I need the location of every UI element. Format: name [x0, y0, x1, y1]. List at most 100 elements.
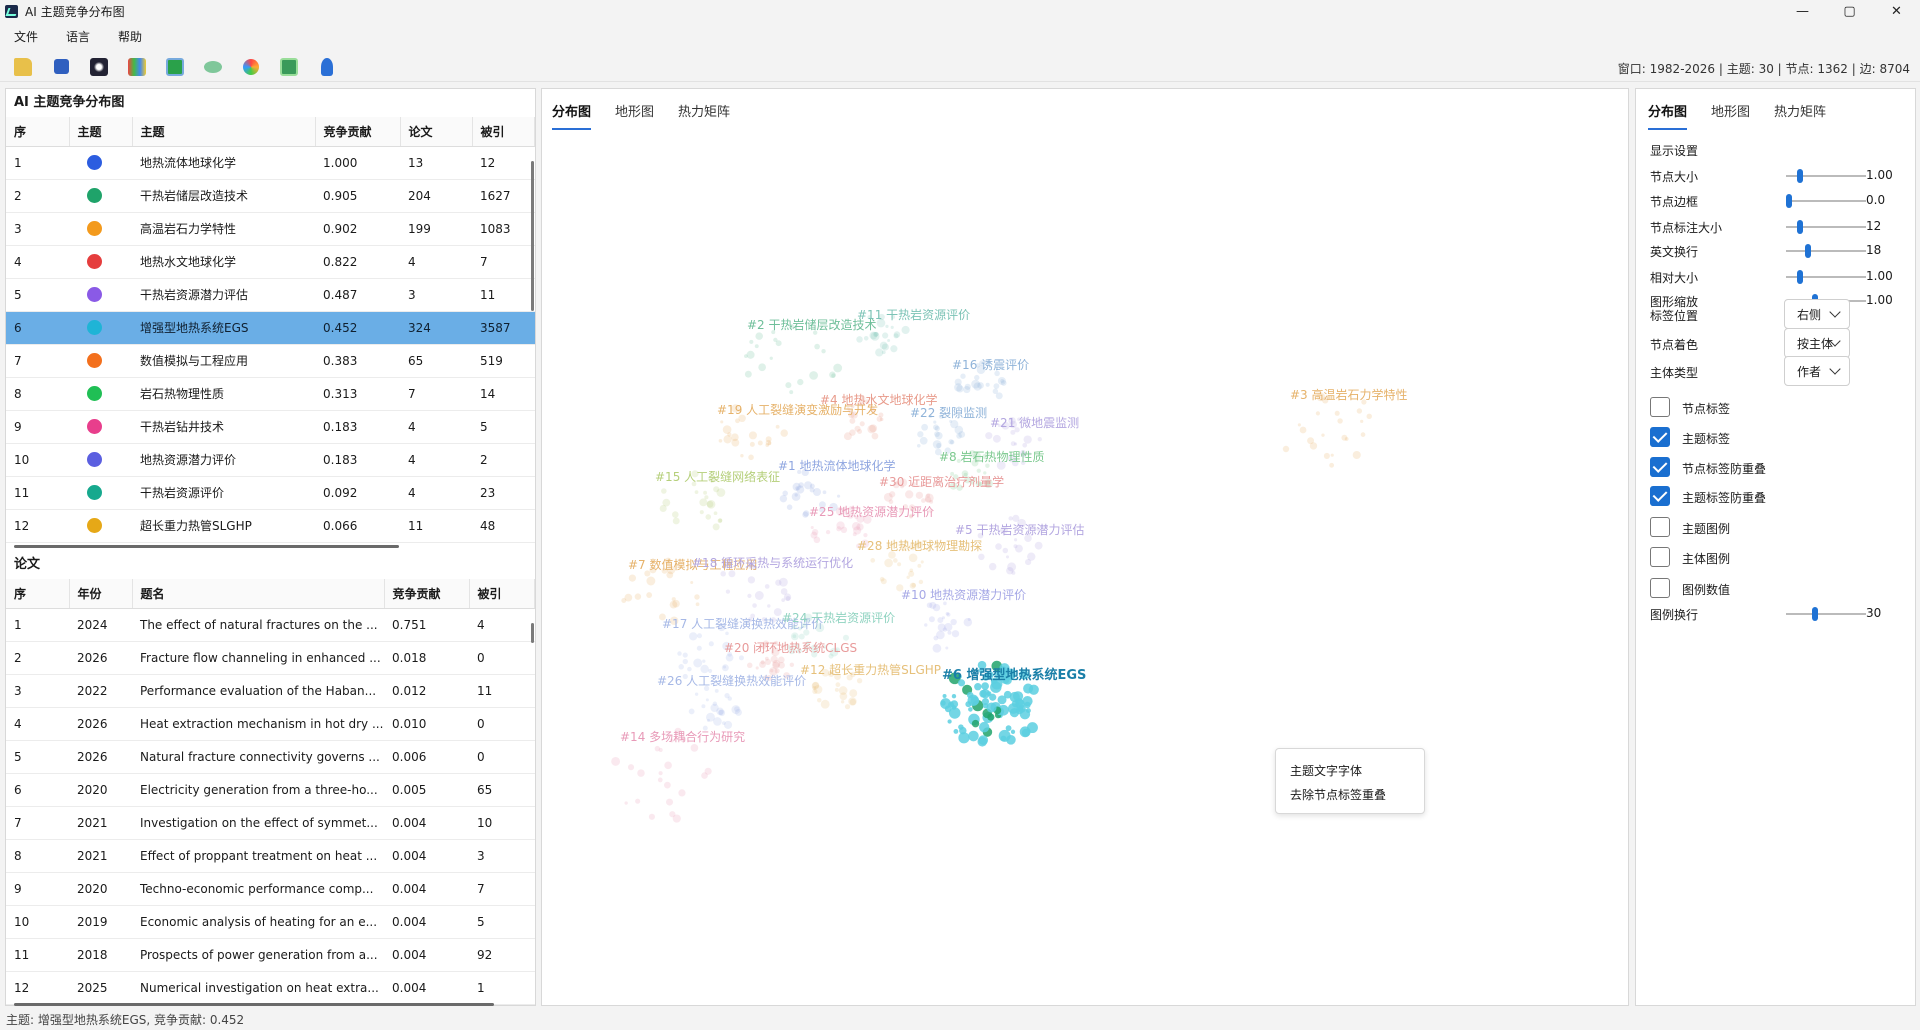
node-point[interactable] — [646, 576, 656, 586]
col-paper-index[interactable]: 序 — [6, 579, 70, 609]
color-wheel-button[interactable] — [236, 54, 266, 80]
right-tab-terrain[interactable]: 地形图 — [1711, 101, 1750, 130]
node-point[interactable] — [870, 557, 876, 563]
node-point[interactable] — [720, 420, 724, 424]
right-tab-distribution[interactable]: 分布图 — [1648, 101, 1688, 130]
distribution-canvas[interactable]: #2 干热岩储层改造技术#11 干热岩资源评价#16 诱震评价#3 高温岩石力学… — [542, 134, 1630, 1004]
node-point[interactable] — [950, 700, 959, 709]
node-point[interactable] — [648, 813, 655, 820]
node-point[interactable] — [929, 499, 934, 504]
node-point[interactable] — [1011, 570, 1016, 575]
topic-row[interactable]: 9 干热岩钻井技术 0.183 4 5 — [6, 410, 535, 444]
node-point[interactable] — [916, 444, 921, 448]
topic-label[interactable]: #18 循环采热与系统运行优化 — [692, 556, 853, 570]
topic-label[interactable]: #19 人工裂缝演变激励与开发 — [717, 402, 878, 417]
node-point[interactable] — [628, 574, 636, 582]
node-point[interactable] — [634, 593, 642, 600]
topic-label[interactable]: #26 人工裂缝换热效能评价 — [657, 673, 806, 688]
node-point[interactable] — [981, 682, 989, 690]
node-point[interactable] — [694, 490, 699, 495]
node-point[interactable] — [839, 692, 848, 701]
node-point[interactable] — [744, 370, 752, 378]
node-point[interactable] — [666, 798, 674, 806]
node-point[interactable] — [772, 661, 780, 670]
node-point[interactable] — [682, 652, 688, 658]
topic-label[interactable]: #30 近距离治疗剂量学 — [879, 474, 1004, 489]
topic-row[interactable]: 6 增强型地热系统EGS 0.452 324 3587 — [6, 311, 535, 345]
node-point[interactable] — [662, 498, 671, 507]
paper-row[interactable]: 12 2025 Numerical investigation on heat ex… — [6, 971, 535, 1005]
context-item-remove-overlap[interactable]: 去除节点标签重叠 — [1276, 783, 1424, 807]
node-point[interactable] — [695, 602, 700, 607]
node-point[interactable] — [918, 579, 924, 585]
node-point[interactable] — [879, 417, 884, 422]
node-point[interactable] — [820, 699, 830, 709]
node-point[interactable] — [978, 553, 985, 561]
node-point[interactable] — [917, 431, 924, 438]
node-point[interactable] — [718, 709, 724, 716]
node-point[interactable] — [920, 560, 924, 564]
checkbox[interactable] — [1650, 517, 1670, 537]
node-point[interactable] — [1010, 729, 1016, 734]
node-point[interactable] — [821, 348, 826, 354]
node-point[interactable] — [765, 436, 772, 443]
maximize-button[interactable]: ▢ — [1826, 0, 1873, 22]
node-point[interactable] — [672, 511, 679, 518]
node-point[interactable] — [705, 514, 712, 520]
node-point[interactable] — [1330, 453, 1334, 457]
topic-label[interactable]: #20 闭环地热系统CLGS — [724, 641, 857, 655]
node-point[interactable] — [871, 432, 879, 440]
dark-theme-button[interactable] — [84, 54, 114, 80]
person-button[interactable] — [312, 54, 342, 80]
node-point[interactable] — [749, 441, 755, 447]
node-point[interactable] — [897, 562, 902, 567]
node-point[interactable] — [664, 761, 672, 770]
node-point[interactable] — [748, 454, 754, 461]
node-point[interactable] — [835, 682, 841, 688]
node-point[interactable] — [1356, 408, 1363, 414]
paper-row[interactable]: 9 2020 Techno-economic performance comp...… — [6, 872, 535, 906]
node-point[interactable] — [1329, 462, 1335, 468]
node-point[interactable] — [690, 744, 699, 752]
node-point[interactable] — [844, 704, 851, 710]
node-point[interactable] — [611, 756, 621, 766]
node-point[interactable] — [727, 432, 732, 437]
topic-row[interactable]: 12 超长重力热管SLGHP 0.066 11 48 — [6, 509, 535, 543]
node-point[interactable] — [714, 688, 719, 693]
node-point[interactable] — [950, 618, 957, 626]
node-point[interactable] — [1002, 547, 1009, 554]
node-point[interactable] — [754, 591, 764, 600]
node-point[interactable] — [893, 331, 901, 338]
node-point[interactable] — [995, 392, 1003, 400]
node-point[interactable] — [798, 482, 804, 488]
node-point[interactable] — [721, 664, 729, 672]
node-point[interactable] — [792, 634, 797, 639]
node-point[interactable] — [713, 511, 718, 516]
node-point[interactable] — [929, 601, 937, 609]
node-point[interactable] — [708, 668, 713, 674]
slider-knob[interactable] — [1812, 607, 1818, 621]
node-point[interactable] — [694, 692, 699, 696]
node-point[interactable] — [706, 500, 716, 509]
col-title[interactable]: 题名 — [132, 579, 385, 609]
node-point[interactable] — [1360, 419, 1364, 423]
node-point[interactable] — [809, 371, 818, 380]
paper-scrollbar[interactable] — [531, 623, 534, 643]
topic-label[interactable]: #25 地热资源潜力评价 — [809, 505, 934, 519]
paper-row[interactable]: 4 2026 Heat extraction mechanism in hot dr… — [6, 707, 535, 741]
node-point[interactable] — [1344, 437, 1349, 441]
paper-row[interactable]: 6 2020 Electricity generation from a three… — [6, 773, 535, 807]
node-point[interactable] — [703, 490, 708, 495]
topic-row[interactable]: 7 数值模拟与工程应用 0.383 65 519 — [6, 344, 535, 378]
node-point[interactable] — [854, 425, 861, 432]
node-point[interactable] — [834, 687, 839, 692]
node-point[interactable] — [947, 719, 952, 724]
topic-row[interactable]: 5 干热岩资源潜力评估 0.487 3 11 — [6, 278, 535, 312]
node-point[interactable] — [700, 664, 709, 674]
node-point[interactable] — [863, 532, 868, 538]
checkbox[interactable] — [1650, 486, 1670, 506]
node-point[interactable] — [767, 604, 771, 608]
node-point[interactable] — [1022, 442, 1028, 448]
node-point[interactable] — [702, 659, 706, 663]
node-point[interactable] — [951, 630, 960, 638]
